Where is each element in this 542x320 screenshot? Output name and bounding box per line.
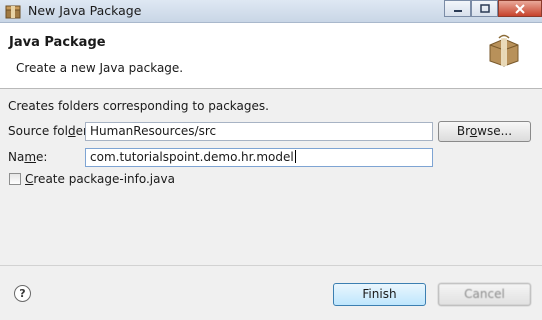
close-icon — [515, 3, 525, 14]
name-label: Name: — [8, 150, 48, 164]
maximize-button[interactable] — [471, 0, 498, 17]
package-name-field[interactable]: com.tutorialspoint.demo.hr.model — [85, 148, 433, 167]
package-box-icon — [489, 34, 519, 67]
window-title: New Java Package — [28, 3, 142, 18]
finish-button[interactable]: Finish — [333, 283, 426, 306]
page-title: Java Package — [9, 35, 106, 50]
window-controls — [444, 0, 542, 20]
source-folder-field[interactable]: HumanResources/src — [85, 122, 433, 141]
maximize-icon — [479, 4, 490, 13]
browse-button[interactable]: Browse... — [438, 121, 531, 142]
title-bar[interactable]: New Java Package — [0, 0, 542, 23]
intro-text: Creates folders corresponding to package… — [8, 99, 269, 113]
button-bar: ? Finish Cancel — [0, 265, 542, 320]
wizard-body: Creates folders corresponding to package… — [0, 89, 542, 264]
package-info-label[interactable]: Create package-info.java — [25, 172, 175, 186]
java-package-wizard-icon — [5, 5, 21, 19]
cancel-button[interactable]: Cancel — [438, 283, 531, 306]
source-folder-label: Source folder: — [8, 124, 92, 138]
page-description: Create a new Java package. — [16, 61, 184, 75]
package-info-checkbox[interactable] — [9, 173, 21, 185]
minimize-icon — [453, 9, 462, 12]
minimize-button[interactable] — [444, 0, 471, 17]
help-icon[interactable]: ? — [14, 285, 31, 302]
wizard-header: Java Package Create a new Java package. — [0, 23, 542, 89]
close-button[interactable] — [498, 0, 542, 17]
text-caret — [294, 150, 296, 163]
